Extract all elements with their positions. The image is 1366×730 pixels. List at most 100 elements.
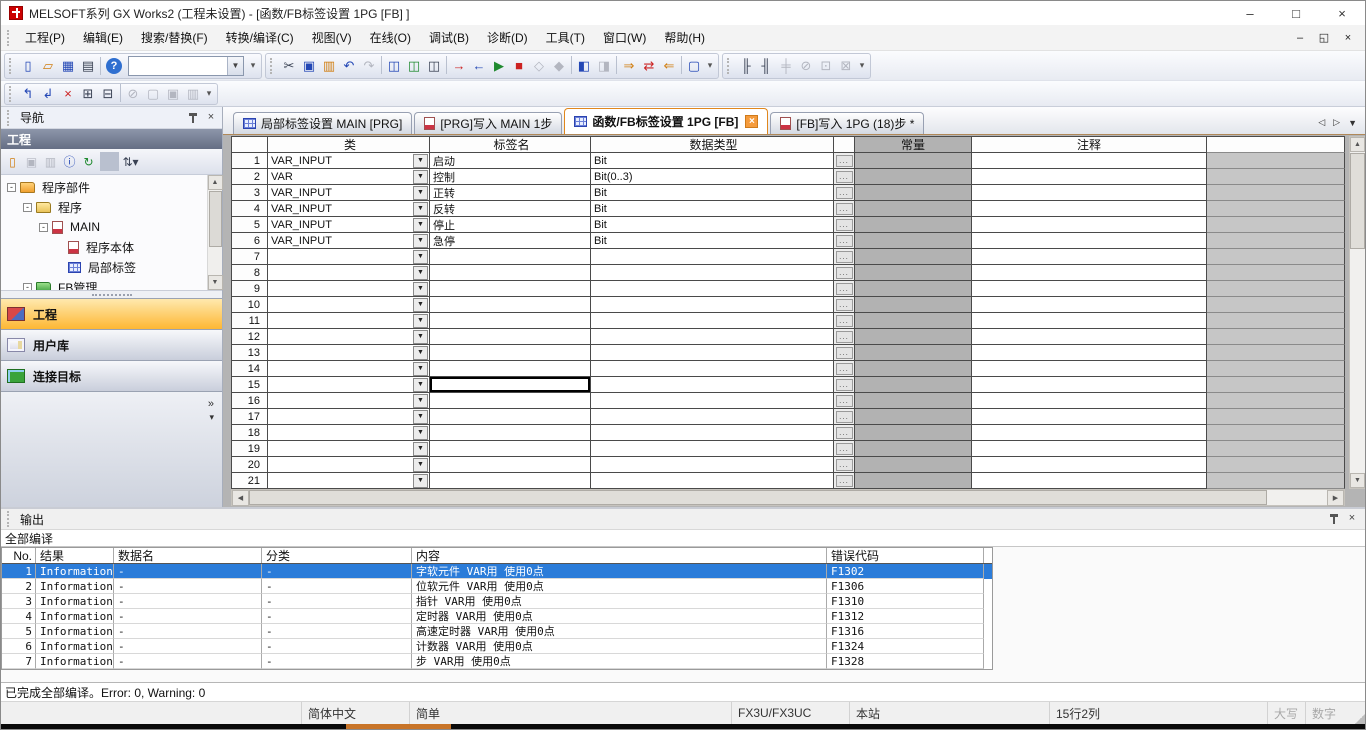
separator[interactable] bbox=[381, 56, 382, 74]
class-dropdown-icon[interactable]: ▼ bbox=[413, 250, 428, 264]
class-cell[interactable]: VAR_INPUT ▼ bbox=[268, 185, 430, 201]
row-number[interactable]: 5 bbox=[232, 217, 268, 233]
import-file-button[interactable]: ▢ bbox=[143, 84, 163, 104]
type-cell[interactable] bbox=[591, 329, 834, 345]
class-cell[interactable]: ▼ bbox=[268, 361, 430, 377]
type-cell[interactable] bbox=[591, 281, 834, 297]
nav-view-button[interactable]: 用户库 bbox=[1, 329, 222, 360]
menu-item[interactable]: 调试(B) bbox=[420, 26, 478, 50]
tree-item[interactable]: - 程序部件 bbox=[1, 177, 207, 197]
device-display-button[interactable]: ◧ bbox=[574, 56, 594, 76]
comment-cell[interactable] bbox=[972, 169, 1207, 185]
write-to-plc-button[interactable]: → bbox=[449, 56, 469, 76]
type-cell[interactable] bbox=[591, 313, 834, 329]
type-cell[interactable] bbox=[591, 425, 834, 441]
class-cell[interactable]: ▼ bbox=[268, 409, 430, 425]
paste-button[interactable]: ▥ bbox=[319, 56, 339, 76]
label-cell[interactable] bbox=[430, 361, 591, 377]
class-cell[interactable]: ▼ bbox=[268, 393, 430, 409]
tree-expander-icon[interactable]: - bbox=[39, 223, 48, 232]
class-dropdown-icon[interactable]: ▼ bbox=[413, 234, 428, 248]
separator[interactable] bbox=[100, 152, 119, 171]
comment-cell[interactable] bbox=[972, 377, 1207, 393]
label-cell[interactable] bbox=[430, 281, 591, 297]
tree-scrollbar[interactable]: ▲ ▼ bbox=[207, 175, 222, 290]
class-dropdown-icon[interactable]: ▼ bbox=[413, 394, 428, 408]
remote-operation-button[interactable]: ⇄ bbox=[639, 56, 659, 76]
new-project-button[interactable]: ▯ bbox=[18, 56, 38, 76]
grid-vertical-scrollbar[interactable]: ▲ ▼ bbox=[1349, 136, 1366, 489]
class-cell[interactable]: ▼ bbox=[268, 425, 430, 441]
type-cell[interactable] bbox=[591, 361, 834, 377]
class-dropdown-icon[interactable]: ▼ bbox=[413, 266, 428, 280]
check-button[interactable]: ▥ bbox=[183, 84, 203, 104]
class-dropdown-icon[interactable]: ▼ bbox=[413, 442, 428, 456]
comment-cell[interactable] bbox=[972, 153, 1207, 169]
row-number[interactable]: 9 bbox=[232, 281, 268, 297]
tree-expander-icon[interactable]: - bbox=[23, 283, 32, 291]
separator[interactable] bbox=[446, 56, 447, 74]
comment-cell[interactable] bbox=[972, 345, 1207, 361]
chevron-down-icon[interactable]: ▾ bbox=[209, 412, 214, 423]
type-cell[interactable]: Bit bbox=[591, 153, 834, 169]
type-browse-button[interactable]: ... bbox=[834, 217, 855, 233]
row-number[interactable]: 6 bbox=[232, 233, 268, 249]
class-dropdown-icon[interactable]: ▼ bbox=[413, 346, 428, 360]
label-cell[interactable] bbox=[430, 297, 591, 313]
comment-cell[interactable] bbox=[972, 265, 1207, 281]
type-browse-button[interactable]: ... bbox=[834, 153, 855, 169]
browse-button[interactable]: ⊘ bbox=[123, 84, 143, 104]
toolbar-overflow-icon[interactable]: ▾ bbox=[704, 56, 716, 76]
monitor-resume-button[interactable]: ◆ bbox=[549, 56, 569, 76]
label-cell[interactable] bbox=[430, 265, 591, 281]
row-number[interactable]: 3 bbox=[232, 185, 268, 201]
type-browse-button[interactable]: ... bbox=[834, 473, 855, 489]
copy-button[interactable]: ▣ bbox=[299, 56, 319, 76]
output-row[interactable]: 6 Information - - 计数器 VAR用 使用0点 F1324 bbox=[2, 639, 992, 654]
type-browse-button[interactable]: ... bbox=[834, 297, 855, 313]
tree-expander-icon[interactable]: - bbox=[7, 183, 16, 192]
panel-splitter-handle[interactable] bbox=[1, 290, 222, 298]
output-row[interactable]: 5 Information - - 高速定时器 VAR用 使用0点 F1316 bbox=[2, 624, 992, 639]
type-browse-button[interactable]: ... bbox=[834, 377, 855, 393]
document-tab[interactable]: 函数/FB标签设置 1PG [FB] × bbox=[564, 108, 768, 134]
label-cell[interactable] bbox=[430, 313, 591, 329]
comment-cell[interactable] bbox=[972, 329, 1207, 345]
label-cell[interactable]: 启动 bbox=[430, 153, 591, 169]
cut-button[interactable]: ✂ bbox=[279, 56, 299, 76]
type-cell[interactable] bbox=[591, 473, 834, 489]
comment-cell[interactable] bbox=[972, 313, 1207, 329]
scroll-up-icon[interactable]: ▲ bbox=[208, 175, 223, 190]
class-dropdown-icon[interactable]: ▼ bbox=[413, 378, 428, 392]
scrollbar-thumb[interactable] bbox=[1350, 153, 1365, 249]
tab-scroll-right-icon[interactable]: ▷ bbox=[1333, 117, 1340, 128]
pin-icon[interactable] bbox=[188, 113, 198, 123]
class-cell[interactable]: ▼ bbox=[268, 345, 430, 361]
close-button[interactable]: × bbox=[1319, 1, 1365, 25]
parameter-write-button[interactable]: ⇒ bbox=[619, 56, 639, 76]
type-browse-button[interactable]: ... bbox=[834, 457, 855, 473]
type-browse-button[interactable]: ... bbox=[834, 249, 855, 265]
document-tab[interactable]: [PRG]写入 MAIN 1步 bbox=[414, 112, 562, 134]
label-cell[interactable]: 控制 bbox=[430, 169, 591, 185]
output-row[interactable]: 7 Information - - 步 VAR用 使用0点 F1328 bbox=[2, 654, 992, 669]
row-number[interactable]: 10 bbox=[232, 297, 268, 313]
output-filter[interactable]: 全部编译 bbox=[1, 529, 1365, 547]
class-dropdown-icon[interactable]: ▼ bbox=[413, 154, 428, 168]
row-number[interactable]: 4 bbox=[232, 201, 268, 217]
row-number[interactable]: 16 bbox=[232, 393, 268, 409]
type-browse-button[interactable]: ... bbox=[834, 441, 855, 457]
comment-cell[interactable] bbox=[972, 361, 1207, 377]
register-device-comment-button[interactable]: ⊞ bbox=[78, 84, 98, 104]
type-browse-button[interactable]: ... bbox=[834, 201, 855, 217]
type-cell[interactable] bbox=[591, 265, 834, 281]
class-cell[interactable]: VAR ▼ bbox=[268, 169, 430, 185]
combo-dropdown-icon[interactable]: ▼ bbox=[227, 57, 243, 75]
document-tab[interactable]: 局部标签设置 MAIN [PRG] bbox=[233, 112, 412, 134]
class-cell[interactable]: VAR_INPUT ▼ bbox=[268, 217, 430, 233]
chevron-icon[interactable]: » bbox=[208, 398, 214, 410]
label-cell[interactable] bbox=[430, 409, 591, 425]
row-number[interactable]: 15 bbox=[232, 377, 268, 393]
maximize-button[interactable]: □ bbox=[1273, 1, 1319, 25]
mdi-restore-button[interactable]: ◱ bbox=[1315, 30, 1333, 46]
